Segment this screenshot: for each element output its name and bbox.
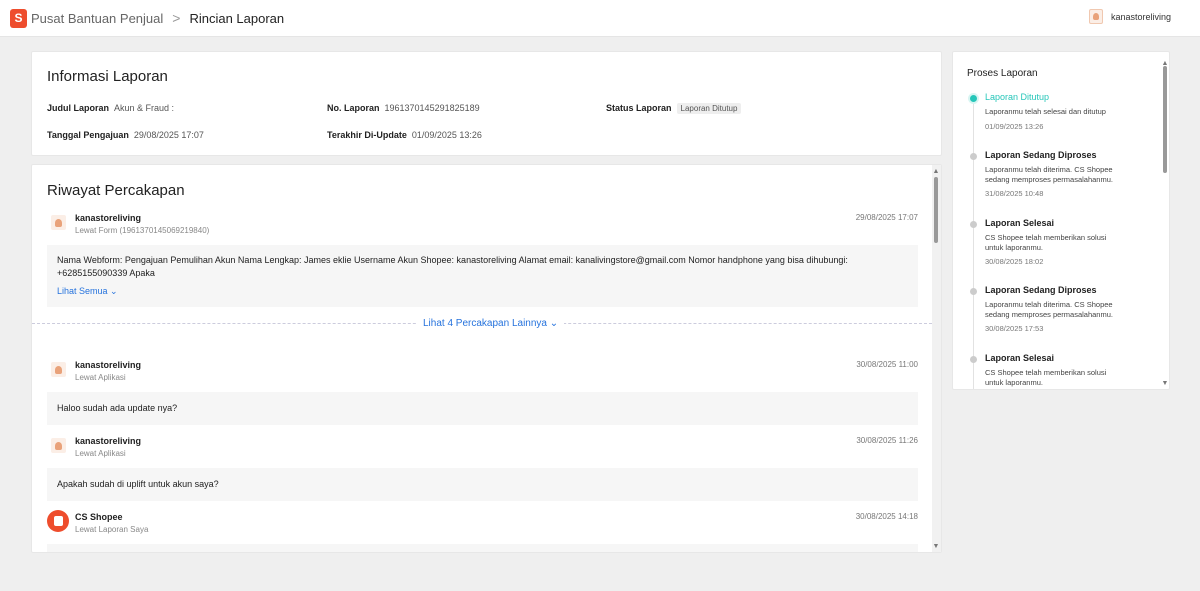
more-conversations-label: Lihat 4 Percakapan Lainnya xyxy=(423,318,547,329)
top-bar: S Pusat Bantuan Penjual > Rincian Lapora… xyxy=(0,0,1200,37)
message-time: 30/08/2025 11:00 xyxy=(856,360,918,369)
timeline-dot xyxy=(970,221,977,228)
timeline-dot xyxy=(970,356,977,363)
store-avatar-icon xyxy=(51,362,66,377)
message-sender: CS Shopee xyxy=(75,512,123,522)
step-title: Laporan Selesai xyxy=(985,353,1055,363)
message-body xyxy=(47,544,918,552)
no-laporan-value: 1961370145291825189 xyxy=(384,103,480,113)
see-all-label: Lihat Semua xyxy=(57,286,108,296)
cs-shopee-avatar-icon xyxy=(47,510,69,532)
step-title: Laporan Selesai xyxy=(985,218,1055,228)
message-item: kanastoreliving Lewat Aplikasi 30/08/202… xyxy=(47,358,918,425)
breadcrumb-chevron-icon: > xyxy=(172,10,181,26)
scroll-up-arrow-icon[interactable]: ▲ xyxy=(932,168,940,176)
update-value: 01/09/2025 13:26 xyxy=(411,130,482,140)
step-desc: Laporanmu telah diterima. CS Shopee seda… xyxy=(985,165,1113,184)
message-channel: Lewat Aplikasi xyxy=(75,449,126,458)
message-sender: kanastoreliving xyxy=(75,360,142,370)
message-body: Nama Webform: Pengajuan Pemulihan Akun N… xyxy=(47,245,918,307)
shopee-logo-icon[interactable]: S xyxy=(10,8,27,28)
chevron-down-icon: ⌄ xyxy=(546,318,559,329)
timeline-dot xyxy=(970,288,977,295)
tanggal-value: 29/08/2025 17:07 xyxy=(133,130,204,140)
judul-label: Judul Laporan xyxy=(47,103,110,113)
step-title: Laporan Sedang Diproses xyxy=(985,150,1097,160)
user-menu[interactable]: kanastoreliving xyxy=(1088,9,1171,24)
report-process-card: Proses Laporan Laporan Ditutup Laporanmu… xyxy=(952,51,1170,390)
field-update: Terakhir Di-Update 01/09/2025 13:26 xyxy=(327,130,482,140)
field-judul: Judul Laporan Akun & Fraud : xyxy=(47,103,174,113)
chat-history-card: Riwayat Percakapan kanastoreliving Lewat… xyxy=(31,164,942,553)
step-title: Laporan Sedang Diproses xyxy=(985,285,1097,295)
message-time: 29/08/2025 17:07 xyxy=(855,213,918,222)
breadcrumb-home[interactable]: Pusat Bantuan Penjual xyxy=(31,11,163,26)
message-text: Nama Webform: Pengajuan Pemulihan Akun N… xyxy=(57,255,848,278)
scroll-down-arrow-icon[interactable]: ▼ xyxy=(932,543,940,551)
message-time: 30/08/2025 14:18 xyxy=(855,512,918,521)
field-tanggal: Tanggal Pengajuan 29/08/2025 17:07 xyxy=(47,130,204,140)
store-avatar-icon xyxy=(51,438,66,453)
message-item: kanastoreliving Lewat Aplikasi 30/08/202… xyxy=(47,434,918,501)
message-channel: Lewat Form (1961370145069219840) xyxy=(75,226,210,235)
step-desc: Laporanmu telah selesai dan ditutup xyxy=(985,107,1106,116)
message-body: Apakah sudah di uplift untuk akun saya? xyxy=(47,468,918,501)
status-badge: Laporan Ditutup xyxy=(676,103,742,114)
timeline-line xyxy=(973,98,974,389)
timeline-dot xyxy=(970,153,977,160)
message-time: 30/08/2025 11:26 xyxy=(856,436,918,445)
scrollbar-thumb[interactable] xyxy=(1163,66,1167,173)
chat-history-title: Riwayat Percakapan xyxy=(47,182,185,199)
message-sender: kanastoreliving xyxy=(75,436,142,446)
field-no-laporan: No. Laporan 1961370145291825189 xyxy=(327,103,480,113)
step-desc: CS Shopee telah memberikan solusi untuk … xyxy=(985,368,1107,387)
scroll-down-arrow-icon[interactable]: ▼ xyxy=(1161,380,1169,388)
step-date: 30/08/2025 17:53 xyxy=(985,324,1044,333)
message-item: kanastoreliving Lewat Form (196137014506… xyxy=(47,211,918,307)
store-avatar-icon xyxy=(51,215,66,230)
tanggal-label: Tanggal Pengajuan xyxy=(47,130,129,140)
process-scrollbar[interactable]: ▲ ▼ xyxy=(1161,60,1169,388)
message-channel: Lewat Laporan Saya xyxy=(75,525,149,534)
step-desc: CS Shopee telah memberikan solusi untuk … xyxy=(985,233,1107,252)
chat-scrollbar[interactable]: ▲ ▼ xyxy=(932,165,941,552)
step-date: 30/08/2025 18:02 xyxy=(985,257,1044,266)
no-laporan-label: No. Laporan xyxy=(327,103,380,113)
step-title: Laporan Ditutup xyxy=(985,92,1050,102)
scrollbar-thumb[interactable] xyxy=(934,177,938,243)
message-body: Haloo sudah ada update nya? xyxy=(47,392,918,425)
chevron-down-icon: ⌄ xyxy=(107,286,118,296)
breadcrumb-current: Rincian Laporan xyxy=(189,10,285,26)
timeline-dot-active xyxy=(970,95,977,102)
step-date: 31/08/2025 10:48 xyxy=(985,189,1044,198)
field-status: Status Laporan Laporan Ditutup xyxy=(606,103,742,114)
more-conversations-link[interactable]: Lihat 4 Percakapan Lainnya ⌄ xyxy=(417,318,565,329)
status-label: Status Laporan xyxy=(606,103,672,113)
update-label: Terakhir Di-Update xyxy=(327,130,407,140)
step-date: 01/09/2025 13:26 xyxy=(985,122,1044,131)
report-info-card: Informasi Laporan Judul Laporan Akun & Fr… xyxy=(31,51,942,156)
step-desc: Laporanmu telah diterima. CS Shopee seda… xyxy=(985,300,1113,319)
report-info-title: Informasi Laporan xyxy=(47,68,168,85)
judul-value: Akun & Fraud : xyxy=(114,103,175,113)
username: kanastoreliving xyxy=(1110,11,1171,22)
user-avatar xyxy=(1088,9,1103,24)
message-item: CS Shopee Lewat Laporan Saya 30/08/2025 … xyxy=(47,510,918,552)
message-sender: kanastoreliving xyxy=(75,213,142,223)
see-all-link[interactable]: Lihat Semua ⌄ xyxy=(57,285,118,298)
message-channel: Lewat Aplikasi xyxy=(75,373,126,382)
report-process-title: Proses Laporan xyxy=(967,68,1038,79)
